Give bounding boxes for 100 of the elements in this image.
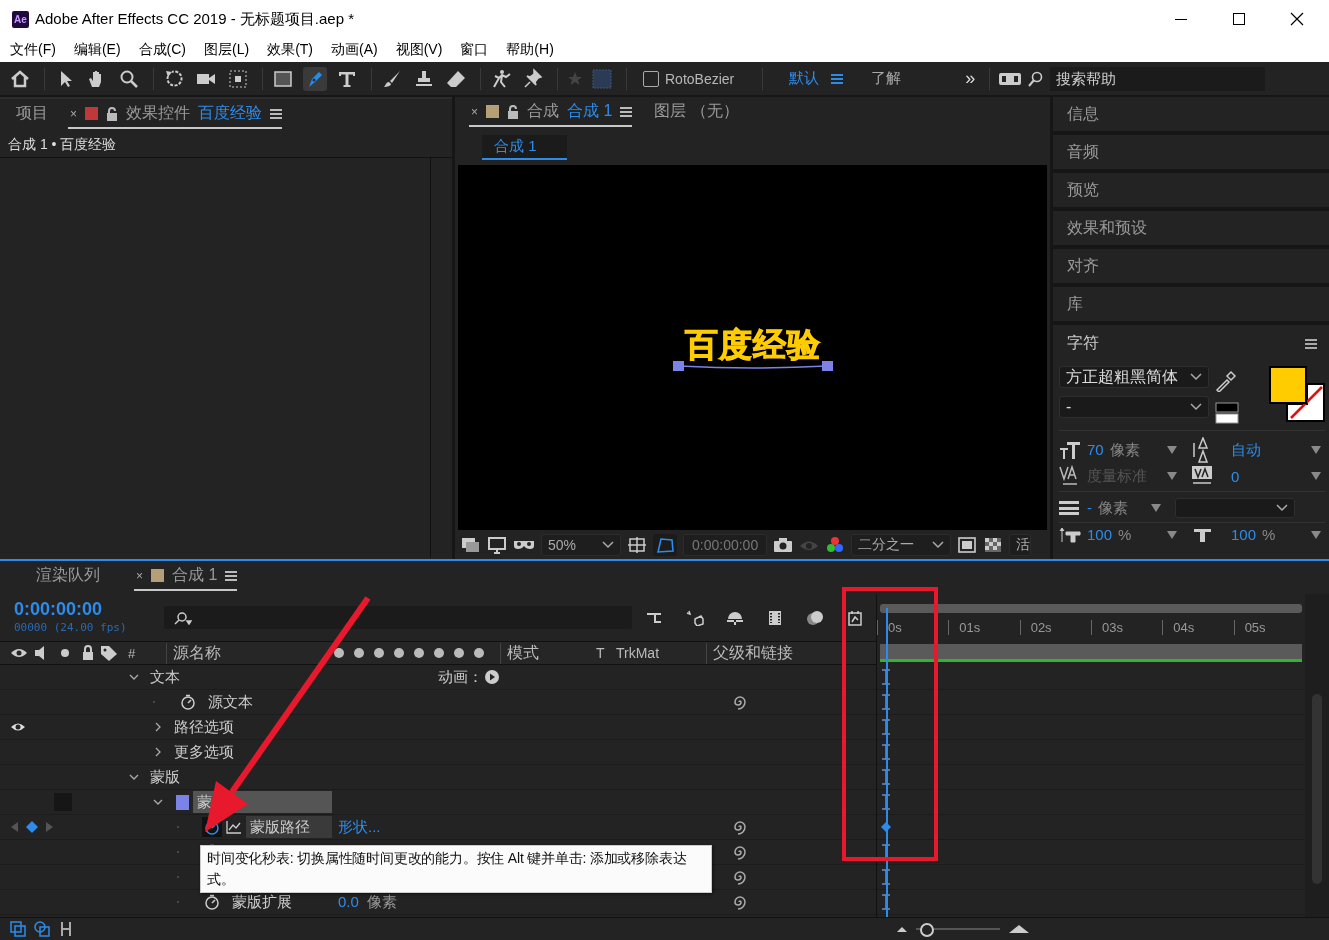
pick-whip-icon[interactable] <box>732 869 748 885</box>
pick-whip-icon[interactable] <box>732 819 748 835</box>
mask-color-chip[interactable] <box>176 794 189 810</box>
mask-visibility-button[interactable] <box>653 533 677 556</box>
eye-icon[interactable] <box>10 721 26 733</box>
property-value[interactable]: 0.0 <box>338 893 359 911</box>
caret-icon[interactable] <box>1311 530 1321 539</box>
chevron-down-icon[interactable] <box>1190 373 1202 381</box>
menu-item[interactable]: 合成(C) <box>138 41 186 59</box>
motion-blur-icon[interactable] <box>806 609 824 626</box>
menu-icon[interactable] <box>620 106 633 117</box>
camera-dropdown[interactable]: 活 <box>1009 533 1032 556</box>
value[interactable]: 0 <box>1231 467 1307 485</box>
layer-search-field[interactable] <box>164 606 632 629</box>
scrollbar[interactable] <box>1305 594 1329 917</box>
value[interactable]: 100 <box>1231 526 1257 543</box>
caret-icon[interactable] <box>1167 472 1177 480</box>
caret-icon[interactable] <box>1167 530 1177 539</box>
caret-icon[interactable] <box>1311 472 1321 480</box>
stopwatch-icon[interactable] <box>180 694 196 710</box>
graph-editor-icon[interactable] <box>846 609 864 626</box>
panel-header[interactable]: 效果和预设 <box>1053 211 1329 245</box>
menu-item[interactable]: 窗口 <box>460 41 489 59</box>
graph-icon[interactable] <box>226 820 242 834</box>
pick-whip-icon[interactable] <box>732 694 748 710</box>
caret-icon[interactable] <box>1151 504 1161 512</box>
rotobezier-checkbox[interactable] <box>643 70 659 87</box>
in-out-icon[interactable] <box>58 921 74 937</box>
zoom-dropdown[interactable]: 50% <box>541 533 621 556</box>
layer-row[interactable]: 蒙版路径 形状... <box>0 815 876 840</box>
frame-blending-icon[interactable] <box>766 609 784 626</box>
resolution-dropdown[interactable]: 二分之一 <box>851 533 952 556</box>
pick-whip-icon[interactable] <box>732 844 748 860</box>
menu-icon[interactable] <box>270 108 282 119</box>
menu-icon[interactable] <box>831 73 844 84</box>
keyframe-diamond-icon[interactable] <box>26 821 38 833</box>
stopwatch-icon[interactable] <box>204 894 220 910</box>
caret-icon[interactable] <box>1167 446 1177 454</box>
panel-tab[interactable]: × 效果控件 百度经验 <box>68 102 282 129</box>
snapshot-frames-icon[interactable] <box>461 535 481 554</box>
workspace-tab[interactable]: 默认 <box>781 69 828 88</box>
menu-item[interactable]: 图层(L) <box>204 41 250 59</box>
value[interactable]: 100 <box>1087 526 1113 543</box>
eyedropper-icon[interactable] <box>1215 370 1237 392</box>
panel-header[interactable]: 音频 <box>1053 135 1329 169</box>
label-icon[interactable] <box>100 645 118 661</box>
overflow-button[interactable]: » <box>965 68 976 89</box>
menu-item[interactable]: 编辑(E) <box>73 41 121 59</box>
menu-item[interactable]: 帮助(H) <box>506 41 554 59</box>
panel-tab[interactable]: 项目 <box>14 102 48 129</box>
value[interactable]: 70 <box>1087 440 1104 460</box>
chevron-down-icon[interactable] <box>1190 403 1202 411</box>
region-icon[interactable] <box>957 535 978 554</box>
monitor-icon[interactable] <box>487 535 507 554</box>
value[interactable]: 自动 <box>1231 440 1307 460</box>
panel-tab[interactable]: 渲染队列 <box>34 564 100 591</box>
keyboard-icon[interactable] <box>998 70 1023 87</box>
caret-icon[interactable] <box>1311 446 1321 454</box>
column-header[interactable]: T <box>596 645 616 661</box>
layer-switches-icon[interactable] <box>10 921 26 937</box>
default-colors-icon[interactable] <box>1215 402 1239 424</box>
property-name-field[interactable]: 蒙版路径 <box>246 816 332 838</box>
column-header[interactable]: TrkMat <box>616 645 706 661</box>
chevron-down-icon[interactable] <box>602 540 614 549</box>
pen-tool[interactable] <box>303 66 327 91</box>
panel-tab[interactable]: × 合成 1 <box>134 564 238 591</box>
panel-header[interactable]: 对齐 <box>1053 249 1329 283</box>
view-tab[interactable]: 合成 1 <box>482 135 567 160</box>
column-header[interactable]: 父级和链接 <box>706 642 846 664</box>
menu-item[interactable]: 视图(V) <box>395 41 443 59</box>
zoom-in-icon[interactable] <box>1008 924 1030 934</box>
panel-header[interactable]: 预览 <box>1053 173 1329 207</box>
menu-item[interactable]: 文件(F) <box>10 41 56 59</box>
mask-path[interactable] <box>672 360 833 372</box>
menu-item[interactable]: 动画(A) <box>331 41 378 59</box>
rgb-channels-icon[interactable] <box>825 535 846 554</box>
menu-item[interactable]: 效果(T) <box>267 41 313 59</box>
pick-whip-icon[interactable] <box>732 894 748 910</box>
help-search-field[interactable]: 搜索帮助 <box>1050 66 1266 91</box>
transparency-grid-icon[interactable] <box>983 535 1004 554</box>
time-ruler[interactable]: 0s 01s 02s 03s 04s 05s <box>877 594 1305 641</box>
slider-thumb[interactable] <box>919 923 934 937</box>
timecode-field[interactable]: 0:00:00:00 <box>683 533 768 556</box>
transfer-controls-icon[interactable] <box>34 921 50 937</box>
play-circle-icon[interactable] <box>485 670 499 684</box>
work-area-bar[interactable] <box>880 644 1302 662</box>
column-header[interactable]: 模式 <box>500 642 596 664</box>
current-time[interactable]: 0:00:00:00 <box>14 599 103 620</box>
chevron-down-icon[interactable] <box>1276 504 1288 512</box>
grid-toggle-icon[interactable] <box>627 535 647 554</box>
menu-icon[interactable] <box>1305 338 1317 349</box>
camera-icon[interactable] <box>773 535 794 554</box>
value[interactable]: - <box>1087 498 1092 518</box>
property-value[interactable]: 形状... <box>338 818 381 836</box>
panel-tab[interactable]: × 合成 合成 1 <box>469 100 633 127</box>
font-style-dropdown[interactable]: - <box>1059 396 1209 418</box>
menu-icon[interactable] <box>225 570 238 581</box>
chevron-down-icon[interactable] <box>932 540 945 549</box>
fill-color-swatch[interactable] <box>1269 366 1307 404</box>
zoom-out-icon[interactable] <box>896 924 908 934</box>
